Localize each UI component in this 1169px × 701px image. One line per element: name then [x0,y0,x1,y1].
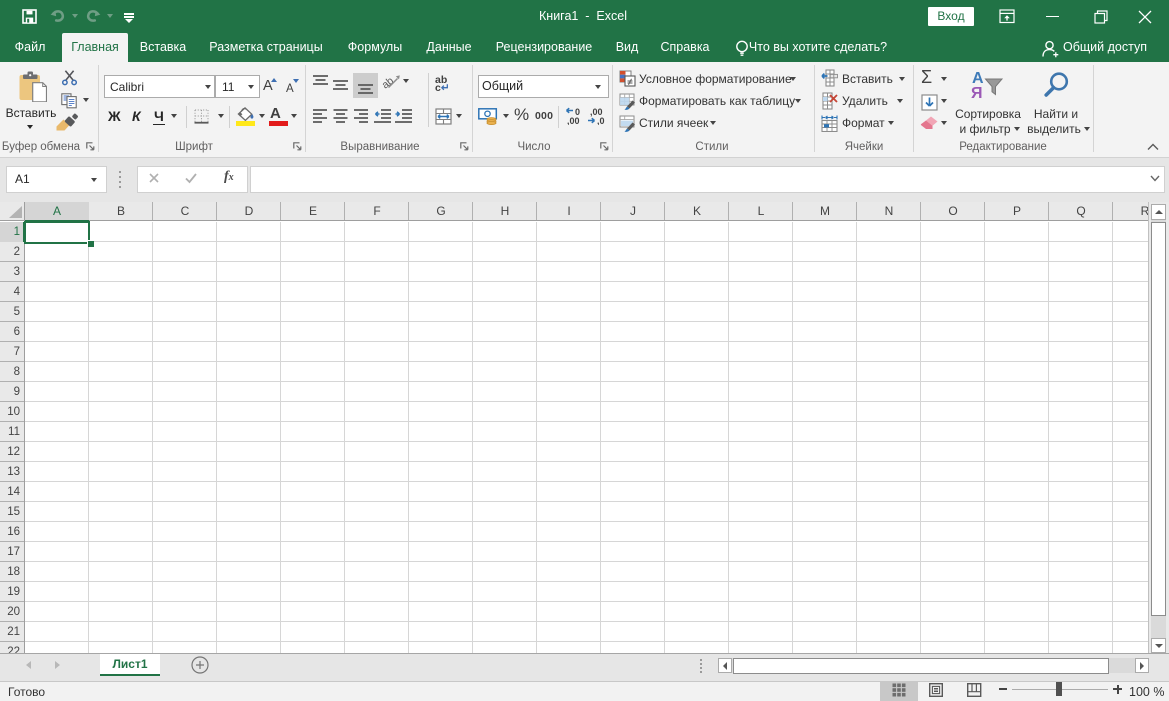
svg-text:,00: ,00 [567,116,580,125]
svg-text:,0: ,0 [597,116,605,125]
